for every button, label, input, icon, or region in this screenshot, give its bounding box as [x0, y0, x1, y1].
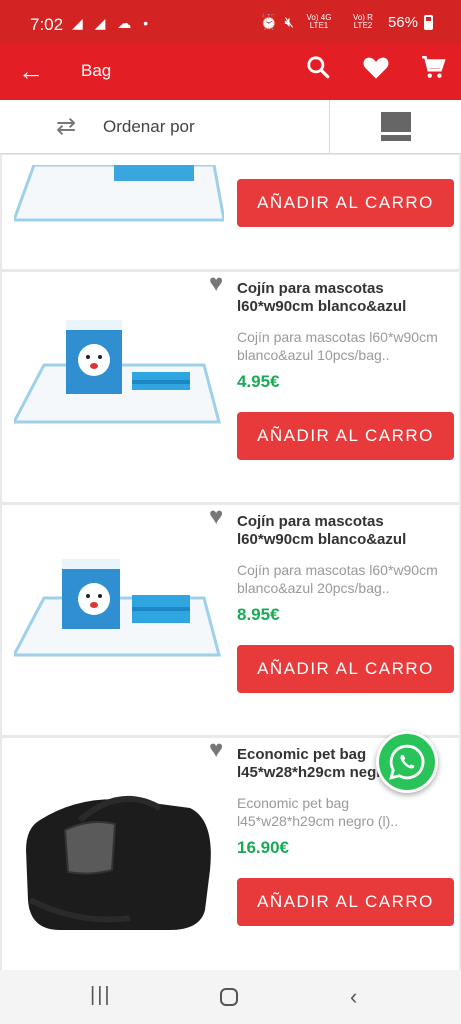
swap-arrows-icon: ⇄: [56, 113, 77, 140]
page-title: Bag: [81, 61, 112, 80]
product-list: AÑADIR AL CARRO ♥ Cojín para mascotas l6…: [0, 155, 461, 970]
status-right: ⏰ 🔇︎ Vo) 4G LTE1 Vo) R LTE2 56%: [260, 13, 433, 31]
add-to-cart-button[interactable]: AÑADIR AL CARRO: [237, 412, 454, 460]
cart-icon[interactable]: [420, 54, 446, 87]
add-to-cart-button[interactable]: AÑADIR AL CARRO: [237, 878, 454, 926]
recent-apps-icon[interactable]: |||: [90, 984, 112, 1007]
arrow-left-icon[interactable]: ←: [18, 56, 44, 87]
product-card[interactable]: ♥ Cojín para mascotas l60*w90cm blanco&a…: [2, 272, 459, 502]
favorite-heart-icon[interactable]: ♥: [209, 272, 223, 296]
product-description: Economic pet bag l45*w28*h29cm negro (l)…: [237, 795, 399, 829]
favorite-heart-icon[interactable]: ♥: [209, 505, 223, 529]
product-price: 8.95€: [237, 605, 280, 624]
product-price: 16.90€: [237, 838, 289, 857]
signal-sim2: Vo) R LTE2: [352, 13, 373, 30]
system-nav-bar: ||| ‹: [0, 970, 461, 1024]
add-to-cart-button[interactable]: AÑADIR AL CARRO: [237, 645, 454, 693]
sort-label: Ordenar por: [103, 117, 195, 136]
product-name: Cojín para mascotas l60*w90cm blanco&azu…: [237, 513, 407, 548]
back-nav-icon[interactable]: ‹: [350, 984, 357, 1010]
heart-icon[interactable]: [362, 54, 390, 87]
divider: [329, 100, 330, 154]
status-time: 7:02: [30, 15, 64, 34]
product-card[interactable]: AÑADIR AL CARRO: [2, 155, 459, 269]
add-to-cart-button[interactable]: AÑADIR AL CARRO: [237, 179, 454, 227]
alarm-icon: ⏰: [259, 14, 279, 31]
product-image: [14, 559, 221, 657]
search-icon[interactable]: [305, 54, 331, 87]
product-image: [14, 320, 221, 424]
status-bar: 7:02 ◢ ◢ ☁ • ⏰ 🔇︎ Vo) 4G LTE1 Vo) R LTE2…: [0, 0, 461, 44]
battery-icon: [424, 14, 433, 30]
signal-sim1: Vo) 4G LTE1: [306, 13, 332, 30]
battery-percent: 56%: [387, 13, 418, 31]
home-icon[interactable]: [219, 987, 239, 1013]
sort-bar: ⇄ Ordenar por: [0, 100, 461, 154]
product-card[interactable]: ♥ Cojín para mascotas l60*w90cm blanco&a…: [2, 505, 459, 735]
list-view-icon[interactable]: [381, 112, 411, 141]
product-image: [14, 165, 224, 222]
product-price: 4.95€: [237, 372, 280, 391]
whatsapp-button[interactable]: [376, 731, 438, 793]
product-description: Cojín para mascotas l60*w90cm blanco&azu…: [237, 329, 438, 363]
whatsapp-icon: [389, 744, 425, 780]
mute-icon: 🔇︎: [284, 13, 294, 31]
app-bar: ← Bag: [0, 44, 461, 100]
product-name: Cojín para mascotas l60*w90cm blanco&azu…: [237, 280, 407, 315]
favorite-heart-icon[interactable]: ♥: [209, 738, 223, 762]
product-description: Cojín para mascotas l60*w90cm blanco&azu…: [237, 562, 438, 596]
notification-icons: ◢ ◢ ☁ •: [72, 15, 153, 31]
product-image: [26, 795, 211, 930]
